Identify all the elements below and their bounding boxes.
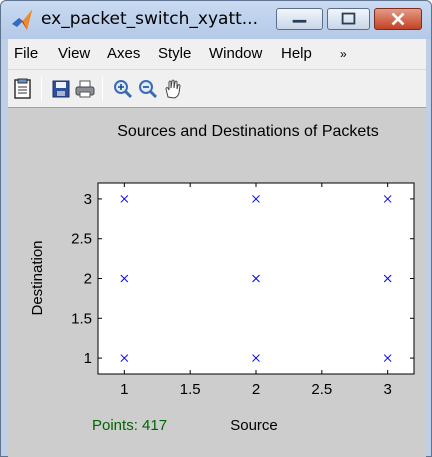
- figure-canvas: Sources and Destinations of Packets 1 1.5…: [8, 107, 426, 457]
- x-axis-label: Source: [230, 417, 278, 434]
- edit-plot-button[interactable]: [12, 78, 34, 100]
- matlab-logo-icon: [10, 8, 34, 32]
- menu-bar: File View Axes Style Window Help »: [8, 39, 426, 69]
- chevron-right-icon[interactable]: »: [340, 47, 347, 61]
- y-tick-label: 1: [84, 350, 92, 367]
- maximize-button[interactable]: [327, 8, 370, 30]
- save-icon: [52, 80, 70, 98]
- menu-help[interactable]: Help: [281, 45, 312, 62]
- x-tick-label: 1.5: [180, 381, 201, 398]
- menu-window[interactable]: Window: [209, 45, 262, 62]
- x-tick-label: 1: [120, 381, 128, 398]
- y-axis-label: Destination: [29, 240, 46, 315]
- chart-title: Sources and Destinations of Packets: [117, 123, 378, 140]
- y-tick-label: 3: [84, 191, 92, 208]
- zoom-out-button[interactable]: [137, 78, 159, 100]
- x-tick-label: 2.5: [311, 381, 332, 398]
- print-icon: [75, 80, 95, 98]
- status-points: Points: 417: [92, 417, 167, 434]
- window-title: ex_packet_switch_xyatt...: [41, 9, 258, 29]
- close-button[interactable]: [374, 8, 422, 30]
- menu-axes[interactable]: Axes: [107, 45, 140, 62]
- zoom-out-icon: [139, 80, 158, 99]
- x-tick-label: 3: [383, 381, 391, 398]
- toolbar: [8, 69, 426, 107]
- menu-style[interactable]: Style: [158, 45, 191, 62]
- pan-button[interactable]: [162, 78, 184, 100]
- scatter-plot: Sources and Destinations of Packets 1 1.5…: [29, 123, 415, 434]
- edit-plot-icon: [14, 78, 31, 99]
- minimize-button[interactable]: [276, 8, 323, 30]
- pan-hand-icon: [165, 79, 181, 99]
- zoom-in-button[interactable]: [112, 78, 134, 100]
- y-tick-label: 1.5: [71, 310, 92, 327]
- maximize-icon: [341, 12, 356, 25]
- toolbar-separator: [41, 77, 42, 101]
- title-bar[interactable]: ex_packet_switch_xyatt...: [1, 1, 431, 39]
- y-tick-label: 2.5: [71, 231, 92, 248]
- menu-file[interactable]: File: [14, 45, 38, 62]
- zoom-in-icon: [114, 80, 133, 99]
- toolbar-separator: [102, 77, 103, 101]
- figure-window: ex_packet_switch_xyatt... File View Axes…: [0, 0, 432, 457]
- menu-view[interactable]: View: [58, 45, 90, 62]
- save-button[interactable]: [50, 78, 72, 100]
- print-button[interactable]: [74, 78, 96, 100]
- minimize-icon: [292, 19, 307, 23]
- x-tick-label: 2: [252, 381, 260, 398]
- close-icon: [391, 12, 405, 26]
- y-tick-label: 2: [84, 271, 92, 288]
